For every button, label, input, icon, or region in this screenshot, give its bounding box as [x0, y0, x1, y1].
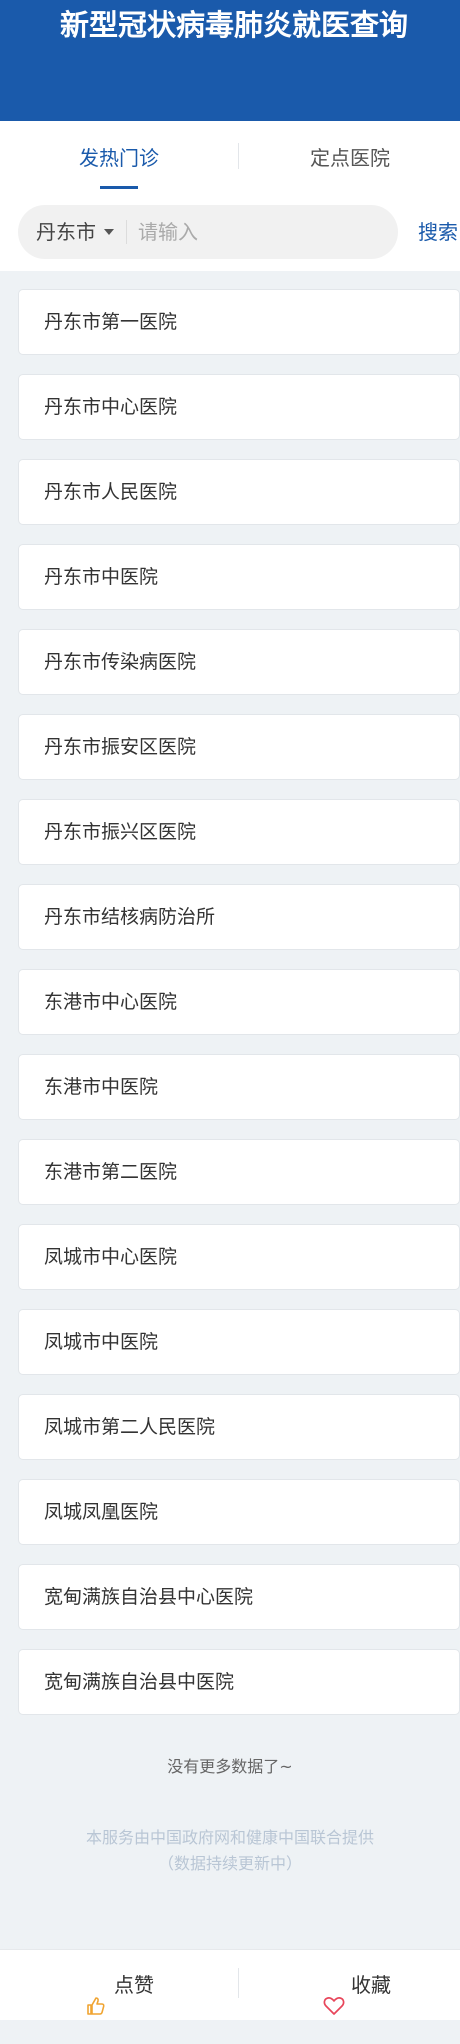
hospital-card[interactable]: 凤城市中医院	[18, 1309, 460, 1375]
hospital-name: 丹东市结核病防治所	[44, 906, 216, 928]
hospital-name: 宽甸满族自治县中医院	[44, 1671, 235, 1693]
hospital-card[interactable]: 东港市中心医院	[18, 969, 460, 1035]
hospital-name: 丹东市第一医院	[44, 311, 178, 333]
bottom-action-bar: 点赞 收藏	[0, 1949, 460, 2020]
hospital-card[interactable]: 凤城凤凰医院	[18, 1479, 460, 1545]
hospital-card[interactable]: 宽甸满族自治县中医院	[18, 1649, 460, 1715]
hospital-name: 丹东市振安区医院	[44, 736, 197, 758]
caret-down-icon[interactable]	[104, 229, 114, 235]
search-divider	[126, 220, 127, 244]
hospital-card[interactable]: 丹东市振安区医院	[18, 714, 460, 780]
hospital-name: 凤城凤凰医院	[44, 1501, 159, 1523]
header-banner: 新型冠状病毒肺炎就医查询	[0, 0, 460, 121]
search-box: 丹东市	[18, 205, 398, 259]
bottom-divider	[238, 1968, 239, 1998]
hospital-name: 丹东市人民医院	[44, 481, 178, 503]
search-button[interactable]: 搜索	[418, 205, 458, 259]
search-input[interactable]	[138, 205, 388, 259]
hospital-name: 凤城市中心医院	[44, 1246, 178, 1268]
hospital-card[interactable]: 凤城市第二人民医院	[18, 1394, 460, 1460]
hospital-card[interactable]: 丹东市结核病防治所	[18, 884, 460, 950]
hospital-name: 丹东市传染病医院	[44, 651, 197, 673]
tab-divider	[238, 143, 239, 169]
hospital-card[interactable]: 凤城市中心医院	[18, 1224, 460, 1290]
heart-icon	[323, 1974, 345, 2044]
search-bar: 丹东市 搜索	[0, 201, 460, 271]
service-note: 本服务由中国政府网和健康中国联合提供 （数据持续更新中）	[0, 1825, 460, 1877]
no-more-data-text: 没有更多数据了~	[167, 1757, 293, 1776]
hospital-name: 丹东市中医院	[44, 566, 159, 588]
page-title: 新型冠状病毒肺炎就医查询	[60, 8, 409, 42]
hospital-card[interactable]: 宽甸满族自治县中心医院	[18, 1564, 460, 1630]
service-note-line: （数据持续更新中）	[157, 1854, 302, 1873]
hospital-name: 宽甸满族自治县中心医院	[44, 1586, 254, 1608]
hospital-name: 丹东市振兴区医院	[44, 821, 197, 843]
hospital-card[interactable]: 丹东市人民医院	[18, 459, 460, 525]
hospital-card[interactable]: 丹东市振兴区医院	[18, 799, 460, 865]
favorite-label: 收藏	[351, 1973, 391, 1997]
hospital-card[interactable]: 东港市中医院	[18, 1054, 460, 1120]
hospital-card[interactable]: 丹东市第一医院	[18, 289, 460, 355]
tab-bar: 发热门诊 定点医院	[0, 121, 460, 201]
hospital-name: 东港市中心医院	[44, 991, 178, 1013]
tab-designated-hospital[interactable]: 定点医院	[240, 121, 460, 201]
hospital-card[interactable]: 丹东市传染病医院	[18, 629, 460, 695]
active-tab-indicator	[100, 186, 138, 189]
hospital-name: 东港市第二医院	[44, 1161, 178, 1183]
hospital-name: 丹东市中心医院	[44, 396, 178, 418]
hospital-card[interactable]: 丹东市中医院	[18, 544, 460, 610]
hospital-card[interactable]: 丹东市中心医院	[18, 374, 460, 440]
tab-fever-clinic[interactable]: 发热门诊	[0, 121, 238, 201]
city-selector[interactable]: 丹东市	[36, 205, 96, 259]
like-label: 点赞	[114, 1973, 154, 1997]
service-note-line: 本服务由中国政府网和健康中国联合提供	[85, 1828, 374, 1847]
hospital-name: 凤城市第二人民医院	[44, 1416, 216, 1438]
hospital-name: 凤城市中医院	[44, 1331, 159, 1353]
thumbs-up-icon	[86, 1974, 106, 2044]
hospital-card[interactable]: 东港市第二医院	[18, 1139, 460, 1205]
hospital-name: 东港市中医院	[44, 1076, 159, 1098]
